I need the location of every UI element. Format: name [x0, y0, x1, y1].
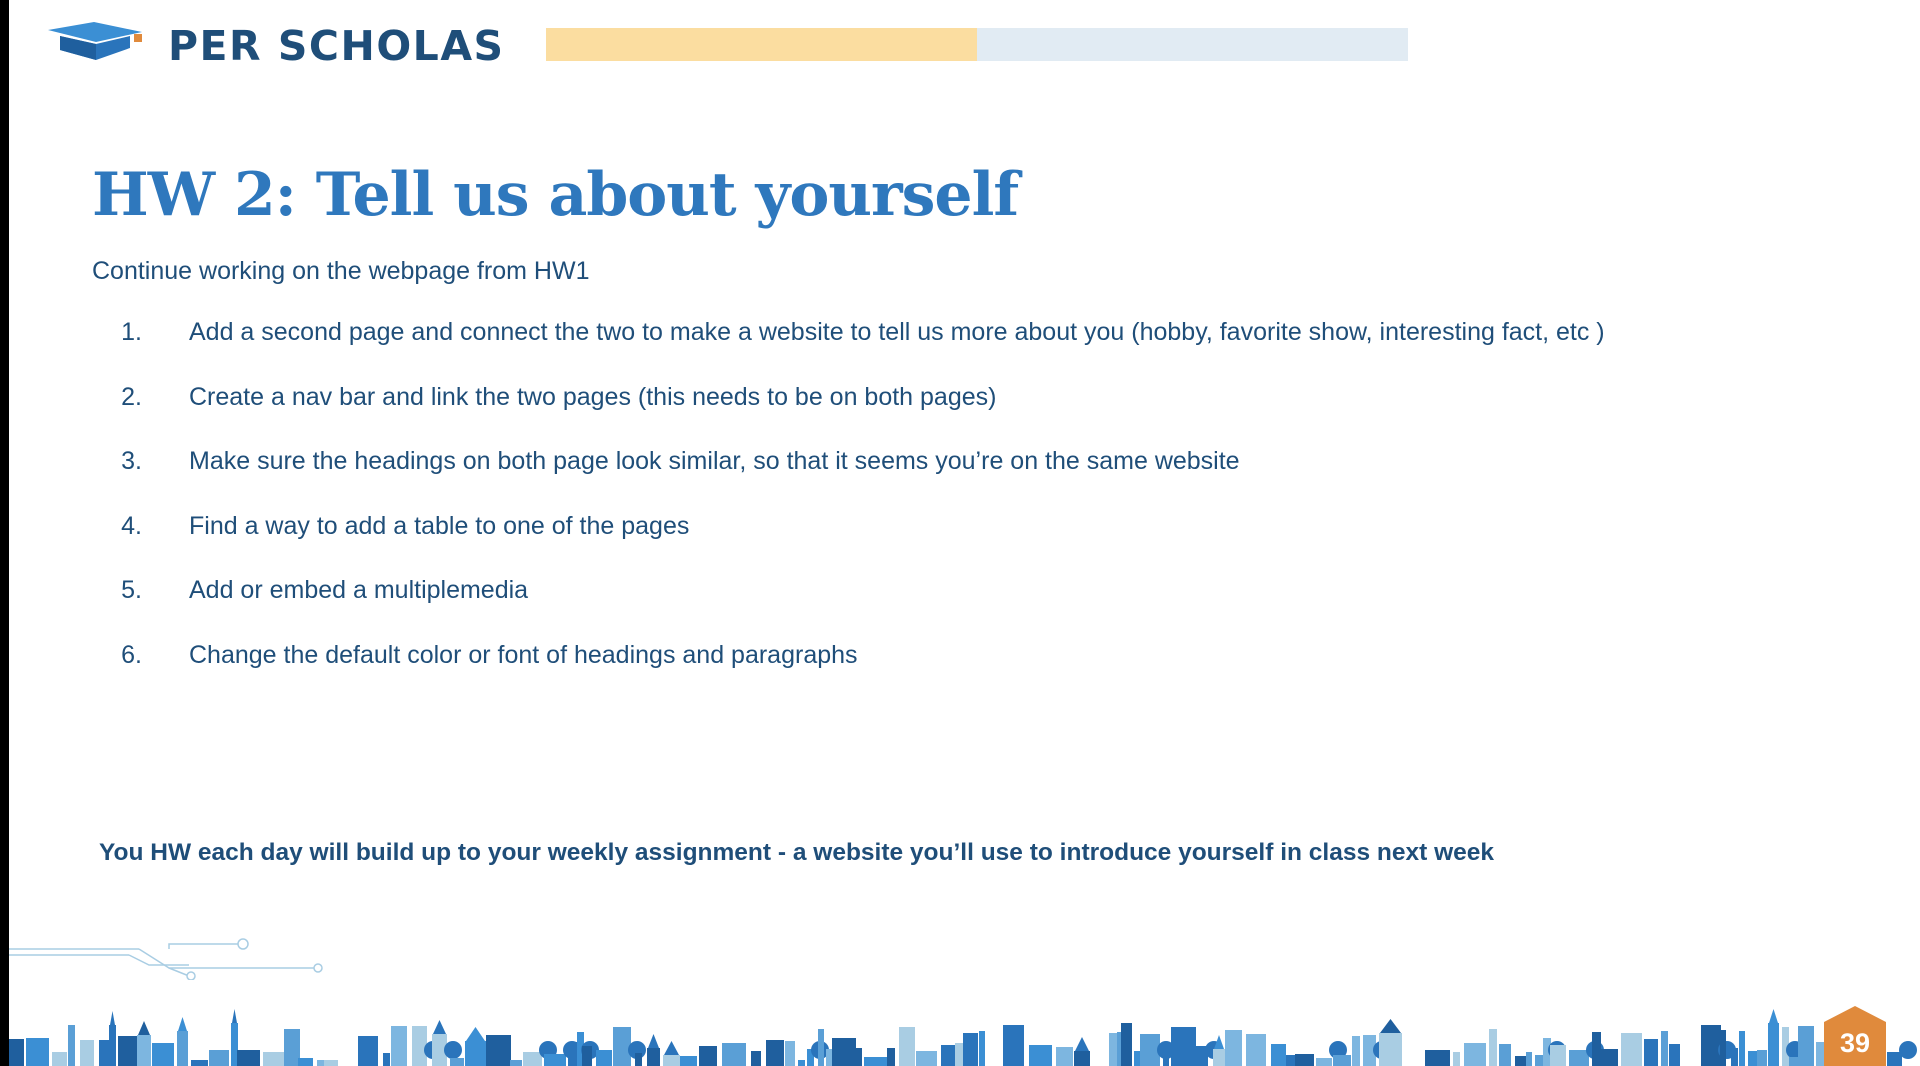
city-skyline-decoration: [9, 1009, 1917, 1066]
list-item: 2. Create a nav bar and link the two pag…: [100, 383, 1605, 448]
step-text: Change the default color or font of head…: [189, 640, 858, 669]
step-number: 3.: [121, 447, 142, 476]
slide-subtitle: Continue working on the webpage from HW1: [92, 257, 590, 285]
step-text: Add a second page and connect the two to…: [189, 318, 1605, 346]
graduation-cap-icon: [46, 20, 144, 73]
weekly-assignment-note: You HW each day will build up to your we…: [99, 839, 1495, 866]
slide-progress-fill: [546, 28, 977, 61]
steps-list: 1. Add a second page and connect the two…: [100, 318, 1605, 706]
step-number: 1.: [121, 318, 142, 346]
step-text: Create a nav bar and link the two pages …: [189, 382, 997, 411]
step-number: 4.: [121, 511, 142, 540]
circuit-decoration: [9, 938, 323, 980]
list-item: 4. Find a way to add a table to one of t…: [100, 512, 1605, 577]
list-item: 6. Change the default color or font of h…: [100, 641, 1605, 706]
step-text: Add or embed a multiplemedia: [189, 576, 529, 605]
step-number: 2.: [121, 382, 142, 411]
step-number: 5.: [121, 576, 142, 605]
list-item: 3. Make sure the headings on both page l…: [100, 447, 1605, 512]
per-scholas-logo: [46, 18, 144, 74]
step-text: Make sure the headings on both page look…: [189, 447, 1240, 476]
step-text: Find a way to add a table to one of the …: [189, 511, 690, 540]
slide-progress-bar: [546, 28, 1408, 61]
list-item: 1. Add a second page and connect the two…: [100, 318, 1605, 383]
slide-title: HW 2: Tell us about yourself: [92, 160, 1019, 230]
brand-name: PER SCHOLAS: [168, 22, 505, 70]
step-number: 6.: [121, 640, 142, 669]
page-number: 39: [1839, 1028, 1871, 1058]
left-edge-bar: [0, 0, 9, 1066]
page-number-badge: 39: [1822, 1004, 1888, 1066]
list-item: 5. Add or embed a multiplemedia: [100, 576, 1605, 641]
